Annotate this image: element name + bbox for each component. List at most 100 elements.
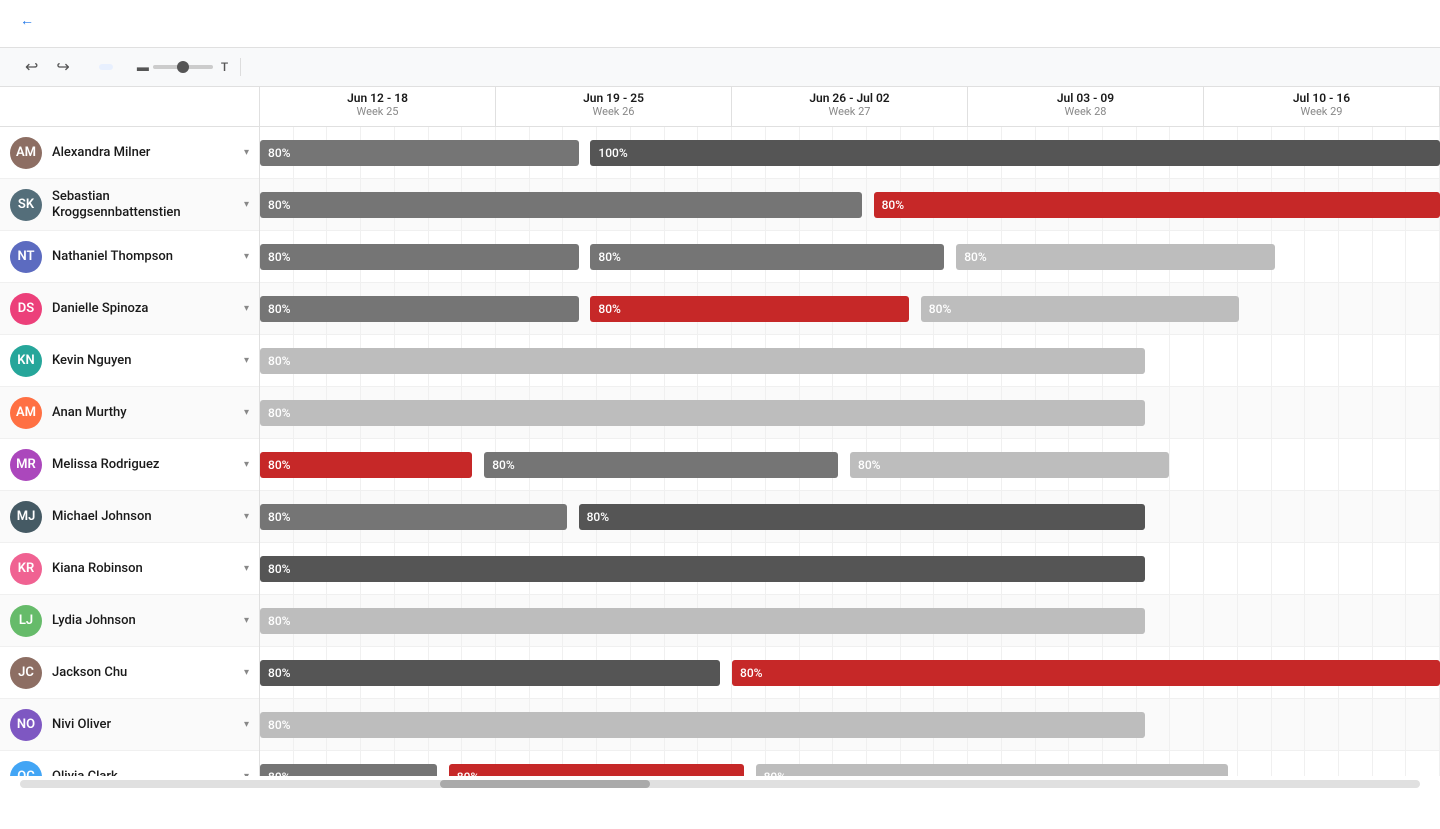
bar-container[interactable]: 80% bbox=[260, 348, 1145, 374]
person-row: JCJackson Chu▾ bbox=[0, 647, 259, 699]
bar-container[interactable]: 80% bbox=[874, 192, 1440, 218]
avatar: LJ bbox=[10, 605, 42, 637]
avatar: OC bbox=[10, 761, 42, 777]
chevron-down-icon[interactable]: ▾ bbox=[244, 199, 249, 210]
view-month-button[interactable] bbox=[115, 64, 129, 70]
bar-container[interactable]: 80% bbox=[260, 140, 579, 166]
person-name: Michael Johnson bbox=[52, 509, 234, 525]
workload-bar: 80% bbox=[260, 660, 720, 686]
bar-container[interactable]: 80% bbox=[756, 764, 1228, 777]
week-header: Jul 10 - 16Week 29 bbox=[1204, 87, 1440, 126]
person-name: Anan Murthy bbox=[52, 405, 234, 421]
bar-container[interactable]: 80% bbox=[956, 244, 1275, 270]
person-name: Sebastian Kroggsennbattenstien bbox=[52, 189, 234, 220]
avatar: AM bbox=[10, 397, 42, 429]
person-name: Nivi Oliver bbox=[52, 717, 234, 733]
person-row: AM Anan Murthy ▾ bbox=[0, 387, 259, 439]
person-name: Melissa Rodriguez bbox=[52, 457, 234, 473]
back-link[interactable]: ← bbox=[0, 0, 1440, 37]
avatar: KN bbox=[10, 345, 42, 377]
workload-bar: 80% bbox=[260, 296, 579, 322]
bar-container[interactable]: 80% bbox=[921, 296, 1240, 322]
view-week-button[interactable] bbox=[99, 64, 113, 70]
workload-bar: 100% bbox=[590, 140, 1440, 166]
workload-bar: 80% bbox=[260, 348, 1145, 374]
avatar: NT bbox=[10, 241, 42, 273]
bar-container[interactable]: 80% bbox=[484, 452, 838, 478]
workload-bar: 80% bbox=[590, 244, 944, 270]
bar-container[interactable]: 80% bbox=[579, 504, 1145, 530]
avatar: MR bbox=[10, 449, 42, 481]
timeline-row: 80% bbox=[260, 387, 1440, 439]
timeline-row: 80% 100% bbox=[260, 127, 1440, 179]
workload-bar: 80% bbox=[449, 764, 744, 777]
bar-container[interactable]: 80% bbox=[850, 452, 1169, 478]
bar-container[interactable]: 80% bbox=[260, 244, 579, 270]
bar-container[interactable]: 80% bbox=[732, 660, 1440, 686]
timeline-panel: Jun 12 - 18Week 25Jun 19 - 25Week 26Jun … bbox=[260, 87, 1440, 776]
chevron-down-icon[interactable]: ▾ bbox=[244, 303, 249, 314]
workload-bar: 80% bbox=[260, 140, 579, 166]
workload-bar: 80% bbox=[590, 296, 909, 322]
person-row: NTNathaniel Thompson▾ bbox=[0, 231, 259, 283]
bar-container[interactable]: 80% bbox=[590, 296, 909, 322]
bar-container[interactable]: 80% bbox=[260, 764, 437, 777]
bar-container[interactable]: 80% bbox=[260, 400, 1145, 426]
undo-button[interactable]: ↩ bbox=[20, 54, 43, 80]
workload-bar: 80% bbox=[260, 192, 862, 218]
bar-container[interactable]: 80% bbox=[590, 244, 944, 270]
bar-container[interactable]: 80% bbox=[260, 556, 1145, 582]
toolbar: ↩ ↪ ▬ T bbox=[0, 47, 1440, 87]
bar-container[interactable]: 80% bbox=[260, 192, 862, 218]
bar-container[interactable]: 100% bbox=[590, 140, 1440, 166]
person-name: Olivia Clark bbox=[52, 769, 234, 776]
expand-all[interactable] bbox=[0, 87, 259, 127]
bar-container[interactable]: 80% bbox=[260, 608, 1145, 634]
scrollbar-thumb[interactable] bbox=[440, 780, 650, 788]
timeline-header: Jun 12 - 18Week 25Jun 19 - 25Week 26Jun … bbox=[260, 87, 1440, 127]
avatar: MJ bbox=[10, 501, 42, 533]
toolbar-divider bbox=[240, 58, 241, 76]
people-list: AMAlexandra Milner▾SKSebastian Kroggsenn… bbox=[0, 127, 259, 776]
person-name: Kiana Robinson bbox=[52, 561, 234, 577]
chevron-down-icon[interactable]: ▾ bbox=[244, 719, 249, 730]
horizontal-scrollbar[interactable] bbox=[20, 780, 1420, 788]
create-assignment-button[interactable] bbox=[253, 64, 269, 70]
person-name: Danielle Spinoza bbox=[52, 301, 234, 317]
workload-bar: 80% bbox=[579, 504, 1145, 530]
workload-bar: 80% bbox=[484, 452, 838, 478]
workload-bar: 80% bbox=[260, 712, 1145, 738]
redo-button[interactable]: ↪ bbox=[51, 54, 74, 80]
timeline-row: 80% 80% 80% bbox=[260, 283, 1440, 335]
timeline-row: 80% 80% bbox=[260, 491, 1440, 543]
chevron-down-icon[interactable]: ▾ bbox=[244, 459, 249, 470]
bar-container[interactable]: 80% bbox=[260, 712, 1145, 738]
workload-bar: 80% bbox=[260, 244, 579, 270]
workload-bar: 80% bbox=[260, 764, 437, 777]
chevron-down-icon[interactable]: ▾ bbox=[244, 147, 249, 158]
page-title bbox=[0, 37, 1440, 47]
time-view-button[interactable]: T bbox=[221, 60, 228, 74]
chevron-down-icon[interactable]: ▾ bbox=[244, 511, 249, 522]
person-name: Kevin Nguyen bbox=[52, 353, 234, 369]
timeline-row: 80% bbox=[260, 699, 1440, 751]
zoom-slider[interactable]: ▬ bbox=[137, 60, 213, 74]
chevron-down-icon[interactable]: ▾ bbox=[244, 407, 249, 418]
chevron-down-icon[interactable]: ▾ bbox=[244, 355, 249, 366]
bar-container[interactable]: 80% bbox=[260, 452, 472, 478]
workload-bar: 80% bbox=[956, 244, 1275, 270]
person-row: DSDanielle Spinoza▾ bbox=[0, 283, 259, 335]
chevron-down-icon[interactable]: ▾ bbox=[244, 563, 249, 574]
bar-container[interactable]: 80% bbox=[260, 504, 567, 530]
view-day-button[interactable] bbox=[83, 64, 97, 70]
bar-container[interactable]: 80% bbox=[449, 764, 744, 777]
chevron-down-icon[interactable]: ▾ bbox=[244, 771, 249, 776]
timeline-row: 80% bbox=[260, 335, 1440, 387]
bar-container[interactable]: 80% bbox=[260, 296, 579, 322]
week-header: Jul 03 - 09Week 28 bbox=[968, 87, 1204, 126]
chevron-down-icon[interactable]: ▾ bbox=[244, 667, 249, 678]
chevron-down-icon[interactable]: ▾ bbox=[244, 615, 249, 626]
person-row: OC Olivia Clark ▾ bbox=[0, 751, 259, 776]
bar-container[interactable]: 80% bbox=[260, 660, 720, 686]
chevron-down-icon[interactable]: ▾ bbox=[244, 251, 249, 262]
